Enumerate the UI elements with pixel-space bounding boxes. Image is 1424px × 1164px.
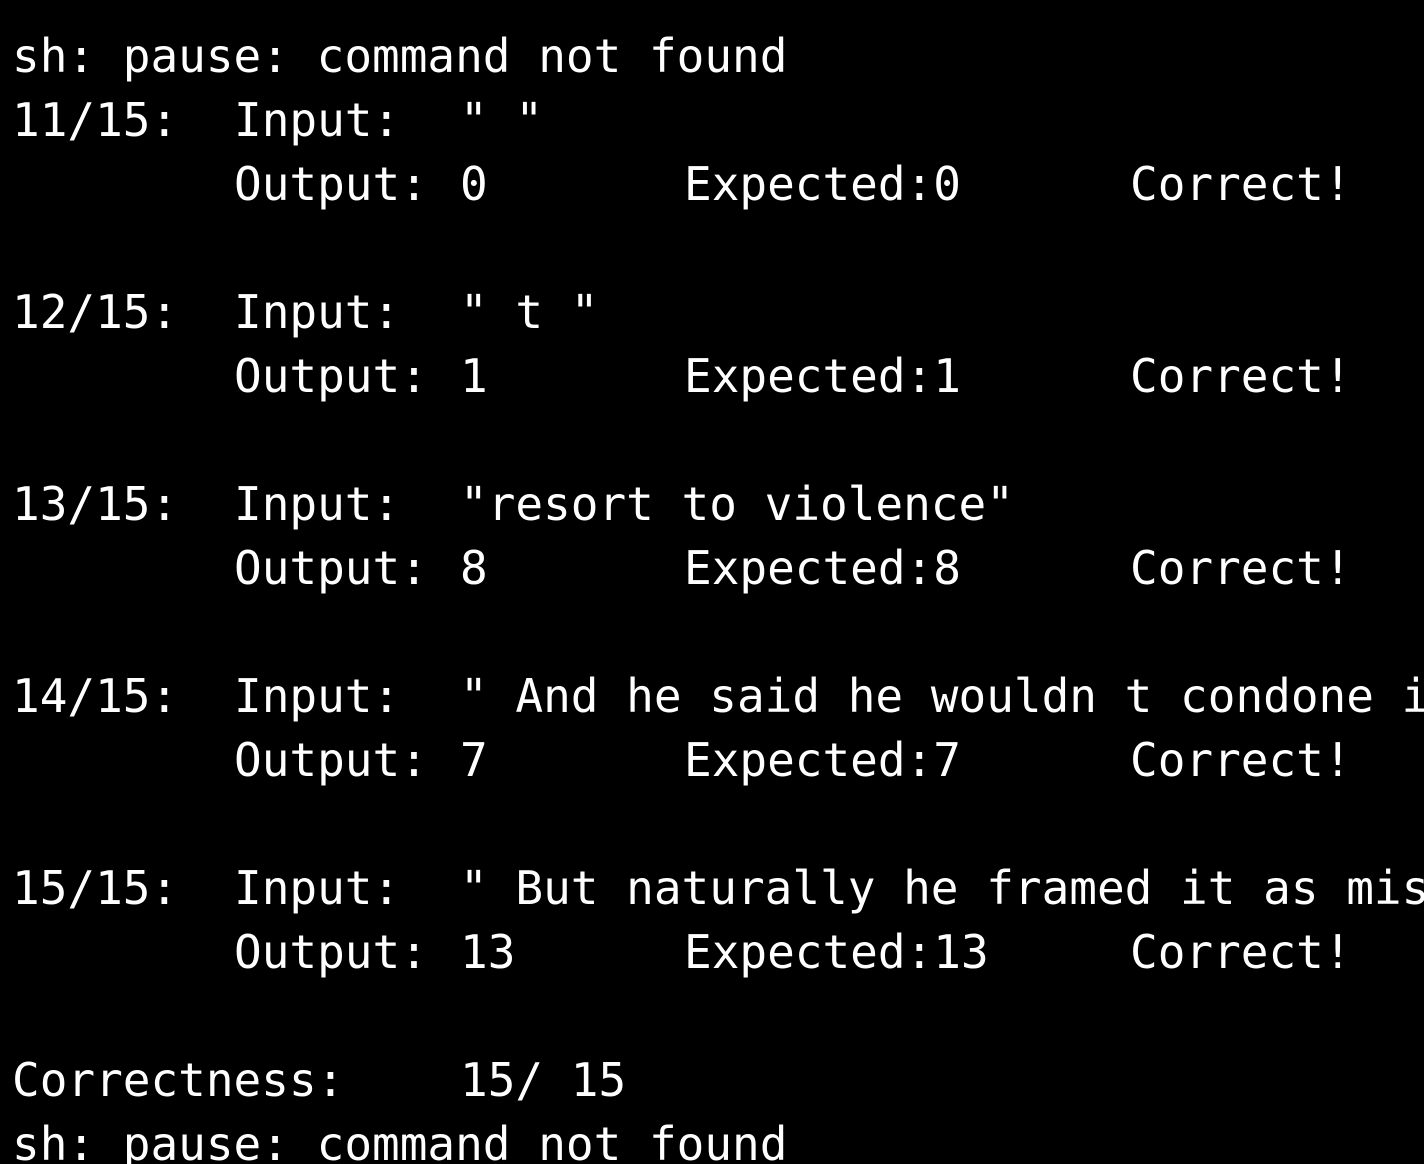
case-number: 14/15: [12, 669, 179, 723]
test-case-input-line: 15/15: Input: " But naturally he framed … [12, 856, 1424, 920]
status-text: Correct! [1130, 733, 1352, 787]
input-value: " " [460, 93, 544, 147]
status-text: Correct! [1130, 925, 1352, 979]
test-case-input-line: 13/15: Input: "resort to violence" [12, 472, 1014, 536]
summary-value: 15/ 15 [460, 1053, 627, 1107]
input-value: " And he said he wouldn t condone i [460, 669, 1424, 723]
output-value: 13 [460, 925, 516, 979]
output-value: 7 [460, 733, 488, 787]
expected-value: Expected:8 [684, 541, 961, 595]
expected-value: Expected:1 [684, 349, 961, 403]
input-label: Input: [234, 93, 401, 147]
input-label: Input: [234, 477, 401, 531]
output-label: Output: [234, 541, 428, 595]
status-text: Correct! [1130, 157, 1352, 211]
input-label: Input: [234, 669, 401, 723]
summary-line: Correctness: 15/ 15 [12, 1048, 626, 1112]
input-value: "resort to violence" [460, 477, 1014, 531]
output-value: 0 [460, 157, 488, 211]
output-label: Output: [234, 733, 428, 787]
input-value: " t " [460, 285, 599, 339]
summary-label: Correctness: [12, 1053, 345, 1107]
output-label: Output: [234, 925, 428, 979]
output-label: Output: [234, 349, 428, 403]
output-value: 1 [460, 349, 488, 403]
expected-value: Expected:13 [684, 925, 989, 979]
terminal-window[interactable]: sh: pause: command not found 11/15: Inpu… [0, 0, 1424, 1164]
input-value: " But naturally he framed it as mis [460, 861, 1424, 915]
status-text: Correct! [1130, 349, 1352, 403]
shell-error-text: sh: pause: command not found [12, 29, 788, 83]
output-value: 8 [460, 541, 488, 595]
input-label: Input: [234, 861, 401, 915]
test-case-input-line: 11/15: Input: " " [12, 88, 543, 152]
case-number: 13/15: [12, 477, 179, 531]
test-case-input-line: 12/15: Input: " t " [12, 280, 598, 344]
input-label: Input: [234, 285, 401, 339]
output-label: Output: [234, 157, 428, 211]
test-case-input-line: 14/15: Input: " And he said he wouldn t … [12, 664, 1424, 728]
expected-value: Expected:7 [684, 733, 961, 787]
terminal-line: sh: pause: command not found [12, 24, 787, 88]
case-number: 11/15: [12, 93, 179, 147]
terminal-line: sh: pause: command not found [12, 1112, 787, 1164]
status-text: Correct! [1130, 541, 1352, 595]
case-number: 15/15: [12, 861, 179, 915]
case-number: 12/15: [12, 285, 179, 339]
shell-error-text: sh: pause: command not found [12, 1117, 788, 1164]
expected-value: Expected:0 [684, 157, 961, 211]
